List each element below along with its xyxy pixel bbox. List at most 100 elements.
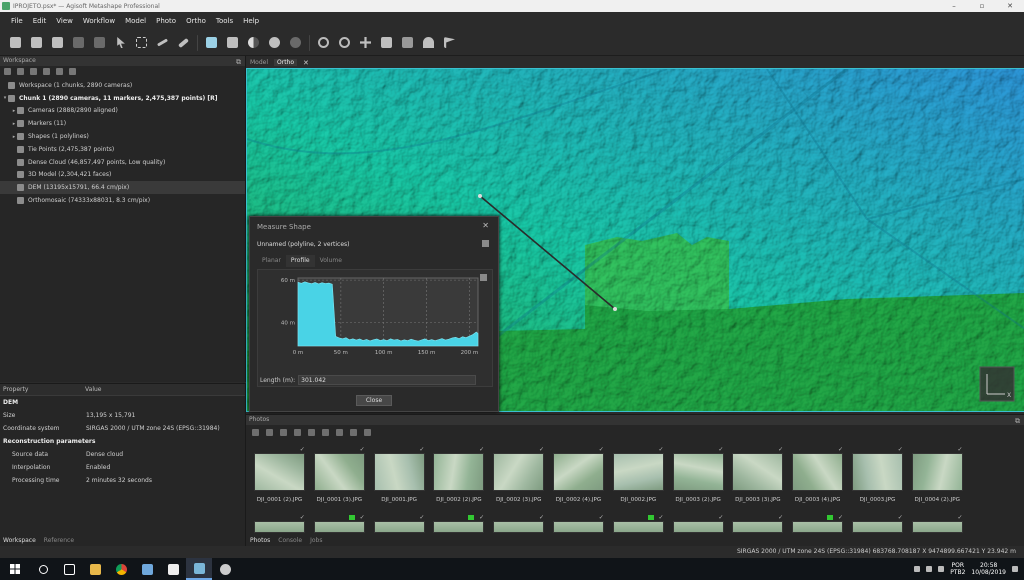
pointer-icon[interactable] bbox=[113, 35, 128, 50]
tree-item-dem[interactable]: DEM (13195x15791, 66.4 cm/pix) bbox=[0, 181, 245, 195]
photo-thumbnail[interactable]: ✓ bbox=[670, 514, 730, 533]
photo-thumbnail[interactable]: ✓ DJI_0002 (3).JPG bbox=[490, 446, 550, 519]
view-mode-icon[interactable] bbox=[350, 428, 357, 436]
enable-photo-icon[interactable] bbox=[322, 428, 329, 436]
taskbar-explorer[interactable] bbox=[82, 558, 108, 580]
photo-thumbnail[interactable]: ✓ DJI_0004 (2).JPG bbox=[909, 446, 969, 519]
photo-thumbnail[interactable]: ✓ DJI_0003 (3).JPG bbox=[729, 446, 789, 519]
start-button[interactable] bbox=[0, 564, 30, 574]
photo-thumbnail[interactable]: ✓ bbox=[849, 514, 909, 533]
heart-icon[interactable] bbox=[421, 35, 436, 50]
add-photos-icon[interactable] bbox=[17, 68, 24, 75]
tree-item-shapes[interactable]: ▸ Shapes (1 polylines) bbox=[0, 130, 245, 143]
shape-icon[interactable] bbox=[204, 35, 219, 50]
photo-thumbnail[interactable]: ✓ DJI_0001 (2).JPG bbox=[251, 446, 311, 519]
menu-help[interactable]: Help bbox=[243, 17, 259, 25]
polyline-vertex[interactable] bbox=[613, 307, 617, 311]
photo-thumbnail[interactable]: ✓ bbox=[909, 514, 969, 533]
minimize-button[interactable]: – bbox=[940, 0, 968, 12]
redo-icon[interactable] bbox=[92, 35, 107, 50]
tab-ortho[interactable]: Ortho bbox=[274, 59, 298, 66]
tab-profile[interactable]: Profile bbox=[285, 255, 315, 267]
network-icon[interactable] bbox=[926, 566, 933, 572]
zoom-out-icon[interactable] bbox=[337, 35, 352, 50]
tab-reference[interactable]: Reference bbox=[44, 537, 74, 544]
photo-thumbnail[interactable]: ✓ DJI_0002.JPG bbox=[610, 446, 670, 519]
enable-icon[interactable] bbox=[56, 68, 63, 75]
tree-item-cameras[interactable]: ▸ Cameras (2888/2890 aligned) bbox=[0, 105, 245, 118]
move-icon[interactable] bbox=[358, 35, 373, 50]
photo-thumbnail[interactable]: ✓ bbox=[550, 514, 610, 533]
ruler-icon[interactable] bbox=[176, 35, 191, 50]
add-chunk-icon[interactable] bbox=[4, 68, 11, 75]
tab-photos[interactable]: Photos bbox=[250, 537, 270, 544]
menu-tools[interactable]: Tools bbox=[216, 17, 233, 25]
photo-thumbnail[interactable]: ✓ bbox=[430, 514, 490, 533]
thumbnail-size-icon[interactable] bbox=[364, 428, 371, 436]
maximize-button[interactable]: ▫ bbox=[968, 0, 996, 12]
photo-thumbnail[interactable]: ✓ bbox=[371, 514, 431, 533]
notifications-icon[interactable] bbox=[1012, 566, 1018, 572]
grid-icon[interactable] bbox=[225, 35, 240, 50]
zoom-in-icon[interactable] bbox=[316, 35, 331, 50]
menu-workflow[interactable]: Workflow bbox=[83, 17, 115, 25]
menu-edit[interactable]: Edit bbox=[33, 17, 47, 25]
menu-model[interactable]: Model bbox=[125, 17, 146, 25]
menu-ortho[interactable]: Ortho bbox=[186, 17, 206, 25]
photo-thumbnail[interactable]: ✓ DJI_0003 (2).JPG bbox=[670, 446, 730, 519]
dock-icon[interactable]: ⧉ bbox=[236, 57, 241, 67]
photo-thumbnail[interactable]: ✓ bbox=[610, 514, 670, 533]
tray-arrow-icon[interactable] bbox=[914, 566, 921, 572]
remove-icon[interactable] bbox=[43, 68, 50, 75]
dock-icon[interactable]: ⧉ bbox=[1015, 416, 1020, 426]
taskbar-app-1[interactable] bbox=[134, 558, 160, 580]
save-icon[interactable] bbox=[50, 35, 65, 50]
photo-thumbnail[interactable]: ✓ DJI_0001.JPG bbox=[371, 446, 431, 519]
palette-icon[interactable] bbox=[267, 35, 282, 50]
tree-item-tie-points[interactable]: Tie Points (2,475,387 points) bbox=[0, 143, 245, 156]
photo-thumbnail[interactable]: ✓ DJI_0003 (4).JPG bbox=[789, 446, 849, 519]
flag-icon[interactable] bbox=[442, 35, 457, 50]
new-icon[interactable] bbox=[8, 35, 23, 50]
settings-icon[interactable] bbox=[288, 35, 303, 50]
tree-item-chunk[interactable]: ▾ Chunk 1 (2890 cameras, 11 markers, 2,4… bbox=[0, 92, 245, 105]
tree-item-3d-model[interactable]: 3D Model (2,304,421 faces) bbox=[0, 169, 245, 182]
photo-thumbnail[interactable]: ✓ bbox=[490, 514, 550, 533]
tab-workspace[interactable]: Workspace bbox=[3, 537, 36, 544]
photo-thumbnail[interactable]: ✓ DJI_0003.JPG bbox=[849, 446, 909, 519]
menu-photo[interactable]: Photo bbox=[156, 17, 176, 25]
tab-console[interactable]: Console bbox=[278, 537, 302, 544]
close-icon[interactable]: ✕ bbox=[482, 221, 489, 230]
rotate-left-icon[interactable] bbox=[294, 428, 301, 436]
photo-thumbnail[interactable]: ✓ bbox=[311, 514, 371, 533]
rotate-right-icon[interactable] bbox=[308, 428, 315, 436]
photo-thumbnail[interactable]: ✓ bbox=[729, 514, 789, 533]
tree-item-orthomosaic[interactable]: Orthomosaic (74333x88031, 8.3 cm/pix) bbox=[0, 194, 245, 207]
search-button[interactable] bbox=[30, 558, 56, 580]
tree-item-dense-cloud[interactable]: Dense Cloud (46,857,497 points, Low qual… bbox=[0, 156, 245, 169]
tree-item-workspace[interactable]: Workspace (1 chunks, 2890 cameras) bbox=[0, 79, 245, 92]
tile-icon[interactable] bbox=[400, 35, 415, 50]
tab-planar[interactable]: Planar bbox=[257, 255, 286, 267]
axis-gizmo[interactable]: X bbox=[979, 366, 1015, 402]
taskbar-app-3[interactable] bbox=[212, 558, 238, 580]
tab-volume[interactable]: Volume bbox=[315, 255, 347, 267]
taskbar-app-2[interactable] bbox=[160, 558, 186, 580]
add-photo-icon[interactable] bbox=[252, 428, 259, 436]
close-tab-icon[interactable]: ✕ bbox=[303, 59, 309, 67]
taskbar-chrome[interactable] bbox=[108, 558, 134, 580]
photo-thumbnail[interactable]: ✓ DJI_0002 (2).JPG bbox=[430, 446, 490, 519]
profile-plot[interactable]: 0 m 50 m 100 m 150 m 200 m 60 m 40 m bbox=[257, 269, 493, 387]
photo-thumbnail[interactable]: ✓ DJI_0002 (4).JPG bbox=[550, 446, 610, 519]
tab-jobs[interactable]: Jobs bbox=[310, 537, 322, 544]
menu-view[interactable]: View bbox=[56, 17, 73, 25]
tree-item-markers[interactable]: ▸ Markers (11) bbox=[0, 117, 245, 130]
volume-icon[interactable] bbox=[938, 566, 945, 572]
photo-thumbnail[interactable]: ✓ bbox=[251, 514, 311, 533]
menu-file[interactable]: File bbox=[11, 17, 23, 25]
language-indicator[interactable]: POR PTB2 bbox=[950, 562, 965, 576]
undo-icon[interactable] bbox=[71, 35, 86, 50]
photo-thumbnail[interactable]: ✓ DJI_0001 (3).JPG bbox=[311, 446, 371, 519]
disable-icon[interactable] bbox=[69, 68, 76, 75]
close-photo-icon[interactable] bbox=[280, 428, 287, 436]
